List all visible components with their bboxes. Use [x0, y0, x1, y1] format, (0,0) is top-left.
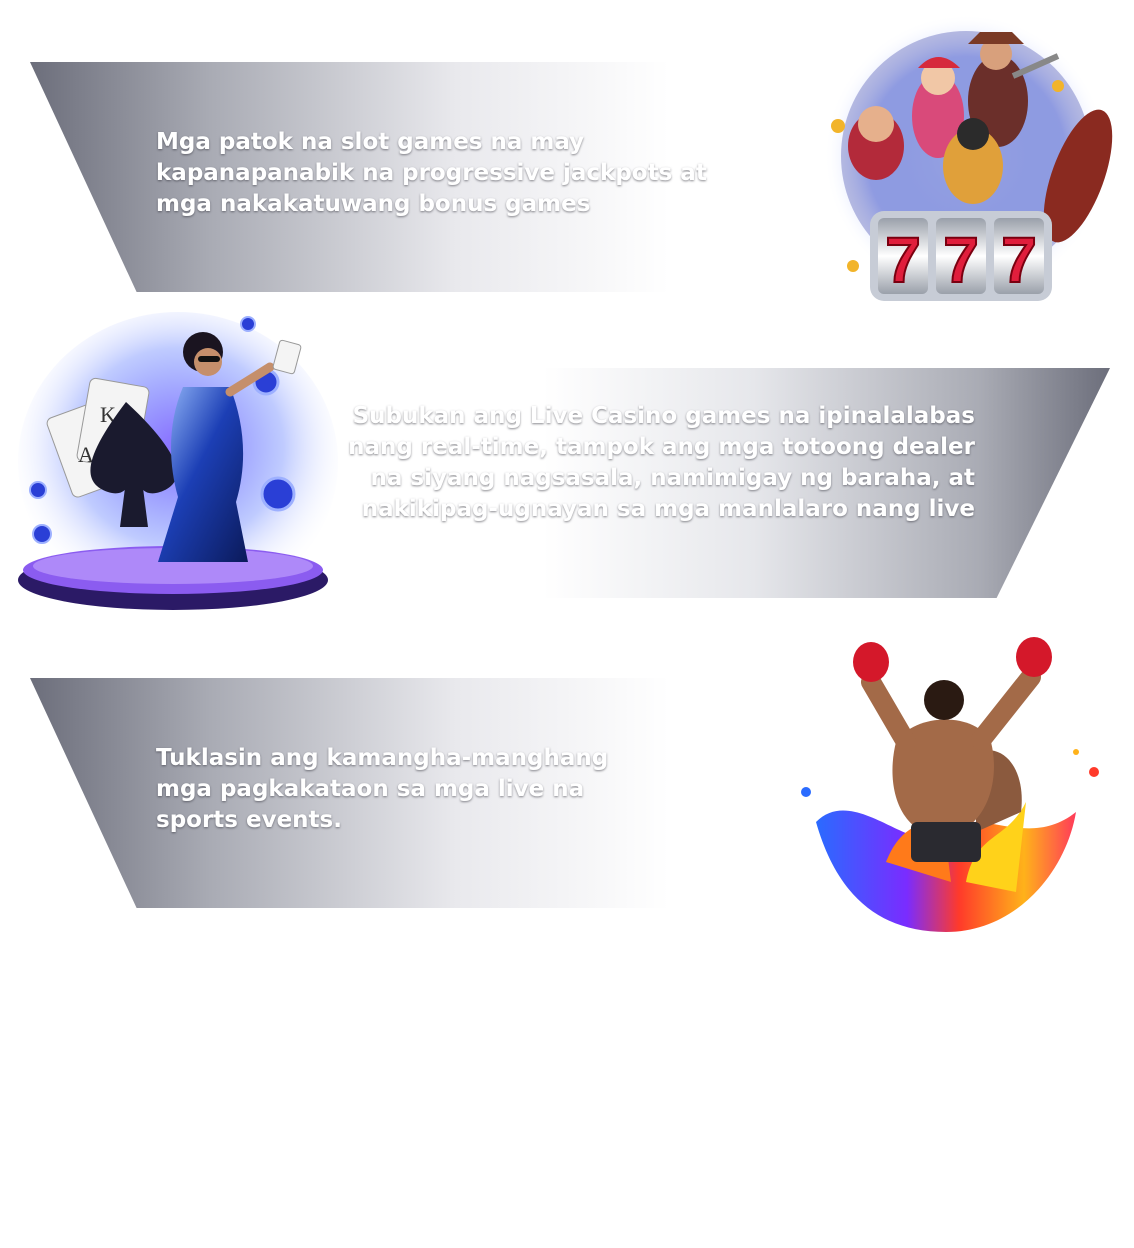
live-casino-banner: Subukan ang Live Casino games na ipinala…: [300, 368, 1110, 598]
slot-machine-777-icon: 7 7 7: [808, 6, 1118, 324]
sports-banner: Tuklasin ang kamangha-manghang mga pagka…: [30, 678, 850, 908]
svg-text:7: 7: [885, 224, 921, 296]
boxer-icon: [776, 632, 1116, 942]
svg-text:7: 7: [943, 224, 979, 296]
sports-description: Tuklasin ang kamangha-manghang mga pagka…: [156, 745, 609, 833]
slots-description: Mga patok na slot games na may kapanapan…: [156, 129, 707, 217]
slots-banner: Mga patok na slot games na may kapanapan…: [30, 62, 850, 292]
live-casino-description: Subukan ang Live Casino games na ipinala…: [348, 403, 975, 522]
live-dealer-icon: A K: [8, 312, 338, 617]
svg-text:7: 7: [1001, 224, 1037, 296]
